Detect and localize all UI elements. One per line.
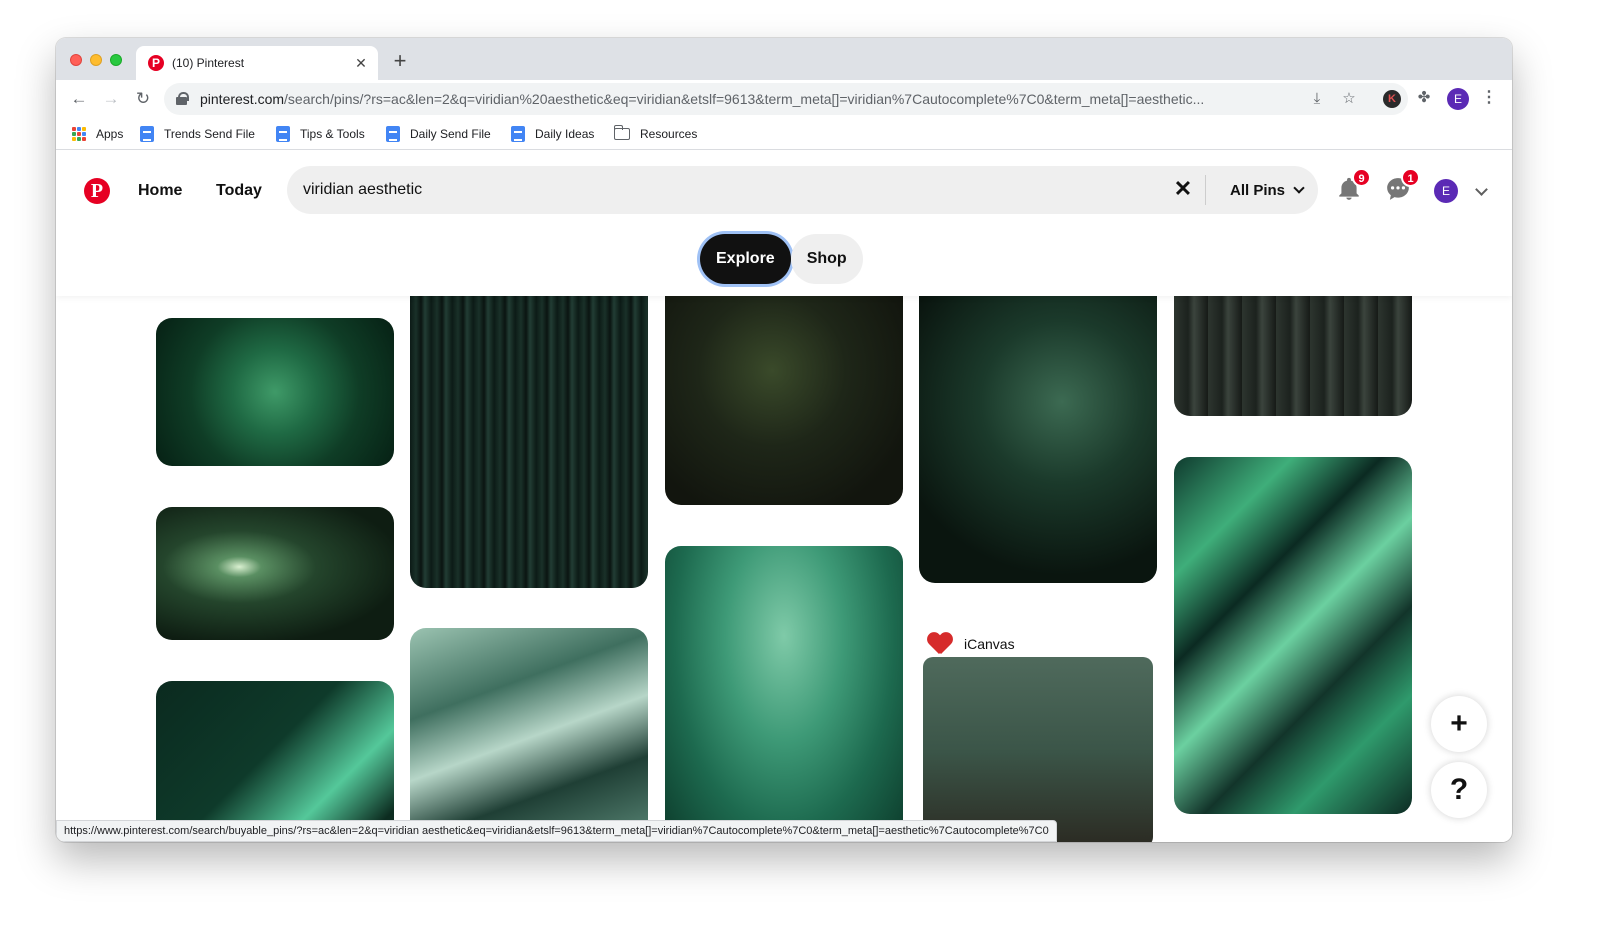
pin-attribution[interactable]: iCanvas: [928, 633, 1015, 655]
search-divider: [1205, 175, 1206, 205]
bookmark-daily-send-file[interactable]: Daily Send File: [386, 124, 491, 144]
chevron-down-icon: [1293, 182, 1305, 194]
pin-green-rose[interactable]: [156, 318, 394, 466]
search-tabs: Explore Shop: [700, 234, 863, 284]
minimize-window-button[interactable]: [90, 54, 102, 66]
tab-title: (10) Pinterest: [172, 56, 245, 70]
bookmark-label: Tips & Tools: [300, 127, 365, 141]
bookmark-daily-ideas[interactable]: Daily Ideas: [511, 124, 594, 144]
forward-arrow-icon[interactable]: →: [100, 88, 122, 110]
bookmark-label: Trends Send File: [164, 127, 255, 141]
lock-icon[interactable]: [176, 92, 189, 105]
browser-window: P (10) Pinterest ✕ + ← → ↻ pinterest.com…: [56, 38, 1512, 842]
notifications-bell-icon[interactable]: 9: [1336, 168, 1371, 202]
pinterest-favicon-icon: P: [148, 55, 164, 71]
messages-chat-icon[interactable]: 1: [1385, 168, 1420, 202]
new-tab-button[interactable]: +: [388, 50, 412, 74]
folder-icon: [614, 125, 630, 140]
extensions-puzzle-icon[interactable]: ✤: [1415, 89, 1433, 107]
messages-badge: 1: [1401, 168, 1420, 187]
status-bar-url: https://www.pinterest.com/search/buyable…: [56, 820, 1057, 842]
bookmark-resources[interactable]: Resources: [614, 124, 697, 144]
pin-green-marble[interactable]: [1174, 457, 1412, 814]
browser-toolbar: ← → ↻ pinterest.com/search/pins/?rs=ac&l…: [56, 80, 1512, 118]
account-chevron-down-icon[interactable]: [1475, 183, 1488, 196]
address-bar[interactable]: pinterest.com/search/pins/?rs=ac&len=2&q…: [164, 83, 1408, 115]
pin-type-filter[interactable]: All Pins: [1230, 182, 1305, 199]
doc-icon: [511, 126, 525, 142]
bookmark-apps[interactable]: Apps: [72, 124, 123, 144]
tab-close-icon[interactable]: ✕: [352, 54, 370, 72]
back-arrow-icon[interactable]: ←: [68, 88, 90, 110]
user-avatar[interactable]: E: [1434, 179, 1458, 203]
doc-icon: [140, 126, 154, 142]
pin-moon-clouds[interactable]: [156, 507, 394, 640]
bookmarks-bar: Apps Trends Send File Tips & Tools Daily…: [56, 118, 1512, 150]
extension-k-icon[interactable]: K: [1383, 90, 1401, 108]
bookmark-trends-send-file[interactable]: Trends Send File: [140, 124, 255, 144]
notifications-badge: 9: [1352, 168, 1371, 187]
install-app-icon[interactable]: ⤓: [1308, 90, 1326, 108]
pin-green-dragon[interactable]: [156, 681, 394, 842]
pin-dark-antlers[interactable]: [665, 281, 903, 505]
bookmark-label: Resources: [640, 127, 698, 141]
pinterest-page: P Home Today viridian aesthetic ✕ All Pi…: [56, 151, 1512, 842]
apps-grid-icon: [72, 127, 86, 141]
pinterest-logo-icon[interactable]: P: [84, 178, 110, 204]
browser-menu-icon[interactable]: ⋮: [1480, 89, 1498, 107]
pin-dark-forest[interactable]: [410, 281, 648, 588]
pinterest-header: P Home Today viridian aesthetic ✕ All Pi…: [56, 151, 1512, 296]
pin-woman-silhouette[interactable]: [923, 657, 1153, 842]
profile-avatar[interactable]: E: [1447, 88, 1469, 110]
pin-green-smoke[interactable]: [665, 546, 903, 842]
tab-explore[interactable]: Explore: [700, 234, 791, 284]
browser-tab-pinterest[interactable]: P (10) Pinterest ✕: [136, 46, 378, 80]
maximize-window-button[interactable]: [110, 54, 122, 66]
nav-home[interactable]: Home: [138, 182, 182, 200]
bookmark-label: Apps: [96, 127, 124, 141]
create-add-button[interactable]: +: [1431, 696, 1487, 752]
icanvas-heart-logo-icon: [928, 633, 952, 655]
bookmark-tips-tools[interactable]: Tips & Tools: [276, 124, 365, 144]
url-text[interactable]: pinterest.com/search/pins/?rs=ac&len=2&q…: [200, 91, 1290, 107]
bookmark-label: Daily Send File: [410, 127, 491, 141]
doc-icon: [386, 126, 400, 142]
nav-today[interactable]: Today: [216, 182, 262, 200]
close-window-button[interactable]: [70, 54, 82, 66]
clear-search-icon[interactable]: ✕: [1171, 177, 1195, 201]
doc-icon: [276, 126, 290, 142]
tab-strip: P (10) Pinterest ✕ +: [56, 38, 1512, 80]
search-bar[interactable]: viridian aesthetic ✕ All Pins: [287, 166, 1318, 214]
pin-tropical-leaves[interactable]: [919, 281, 1157, 583]
search-input[interactable]: viridian aesthetic: [303, 181, 422, 199]
bookmark-star-icon[interactable]: ☆: [1340, 90, 1358, 108]
pin-old-books[interactable]: [1174, 281, 1412, 416]
filter-label: All Pins: [1230, 182, 1286, 199]
tab-shop[interactable]: Shop: [790, 234, 863, 284]
attribution-name: iCanvas: [964, 636, 1015, 652]
reload-icon[interactable]: ↻: [132, 88, 154, 110]
help-button[interactable]: ?: [1431, 762, 1487, 818]
pin-green-wave[interactable]: [410, 628, 648, 842]
bookmark-label: Daily Ideas: [535, 127, 595, 141]
